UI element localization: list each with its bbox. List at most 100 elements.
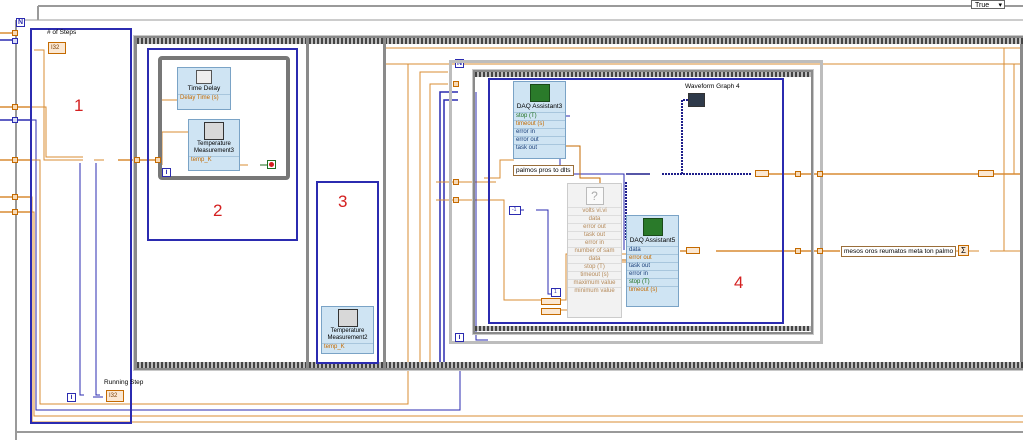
volts-subvi-disabled[interactable]: ? volts vi.vi data error out task out er… (567, 183, 622, 318)
daq-assistant5-vi[interactable]: DAQ Assistant5 data error out task out e… (626, 215, 679, 307)
daq5-error-in[interactable]: error in (627, 270, 678, 278)
add-node[interactable] (524, 205, 534, 215)
sum-icon[interactable]: Σ (958, 245, 969, 256)
frame-divider-2 (383, 38, 386, 368)
stop-condition-terminal[interactable] (267, 160, 276, 169)
increment-node[interactable] (84, 393, 92, 401)
temperature-measurement3-title: Temperature Measurement3 (193, 141, 235, 154)
section-number-2: 2 (213, 201, 223, 220)
compare-node[interactable] (248, 160, 258, 170)
volts-row-data: data (568, 215, 621, 223)
daq3-task-out[interactable]: task out (514, 144, 565, 152)
thermometer-icon (204, 122, 224, 140)
volts-vi-title: volts vi.vi (568, 207, 621, 215)
multiply-node-2[interactable] (104, 155, 114, 165)
left-tunnel-3[interactable] (453, 81, 459, 87)
thermometer-icon (337, 309, 358, 327)
bundle-node-2[interactable] (541, 308, 561, 315)
daq-assistant3-vi[interactable]: DAQ Assistant3 stop (T) timeout (s) erro… (513, 81, 566, 159)
edge-term-5[interactable] (12, 194, 18, 200)
seq-tunnel-edge[interactable] (134, 157, 140, 163)
daq-icon (529, 84, 550, 102)
daq5-data[interactable]: data (627, 246, 678, 254)
time-delay-title: Time Delay (187, 85, 221, 92)
temperature-measurement2-output[interactable]: temp_K (322, 343, 373, 351)
section-1-frame (30, 28, 132, 424)
frame-tunnel-1[interactable] (795, 171, 801, 177)
edge-term-6[interactable] (12, 209, 18, 215)
steps-control[interactable]: I32 (48, 42, 66, 54)
frame-tunnel-4[interactable] (817, 248, 823, 254)
loop-iteration-terminal[interactable]: i (67, 393, 76, 402)
sequence-film-bottom (137, 362, 1023, 368)
left-tunnel-2[interactable] (453, 197, 459, 203)
one-constant[interactable]: 1 (551, 288, 561, 297)
case-selector[interactable]: True ▾ (971, 0, 1005, 9)
case-selector-value: True (975, 2, 990, 9)
waveform-graph-label: Waveform Graph 4 (685, 83, 740, 90)
daq-assistant5-title: DAQ Assistant5 (629, 237, 676, 244)
section-number-1: 1 (74, 96, 84, 115)
daq-assistant3-title: DAQ Assistant3 (516, 103, 563, 110)
edge-term-2[interactable] (12, 38, 18, 44)
daq5-stop[interactable]: stop (T) (627, 278, 678, 286)
temperature-measurement2-title: Temperature Measurement2 (327, 328, 368, 341)
mesos-string-constant[interactable]: mesos oros reumatos meta ton palmo (841, 246, 957, 257)
edge-term-3[interactable] (12, 104, 18, 110)
section-number-4: 4 (734, 273, 744, 292)
temperature-measurement3-vi[interactable]: Temperature Measurement3 temp_K (188, 119, 240, 171)
hourglass-icon (196, 70, 212, 84)
daq5-timeout[interactable]: timeout (s) (627, 286, 678, 294)
steps-label: # of Steps (47, 29, 77, 36)
sequence-film-top (137, 38, 1023, 44)
edge-term-7[interactable] (12, 117, 18, 123)
chevron-down-icon[interactable]: ▾ (998, 1, 1002, 10)
volts-row-number-samples: number of sam (568, 247, 621, 255)
data-convert-node[interactable] (686, 247, 700, 254)
volts-row-task-out: task out (568, 231, 621, 239)
daq5-task-out[interactable]: task out (627, 262, 678, 270)
seq-tunnel-left[interactable] (155, 157, 161, 163)
time-delay-input[interactable]: Delay Time (s) (178, 94, 230, 102)
temperature-measurement2-vi[interactable]: Temperature Measurement2 temp_K (321, 306, 374, 354)
volts-row-error-in: error in (568, 239, 621, 247)
daq-icon (642, 218, 663, 236)
stop-icon (269, 162, 274, 167)
scale-node[interactable] (650, 169, 660, 179)
array-build-node[interactable] (755, 170, 769, 177)
running-step-indicator[interactable]: I32 (106, 390, 124, 402)
multiply-node[interactable] (83, 155, 93, 165)
daq3-error-out[interactable]: error out (514, 136, 565, 144)
frame-divider-1 (306, 38, 309, 368)
volts-row-max: maximum value (568, 279, 621, 287)
question-mark-icon: ? (585, 187, 604, 205)
inner-film-top (475, 72, 811, 77)
waveform-graph-icon[interactable] (688, 93, 705, 107)
palmos-string-constant[interactable]: palmos pros to dlts (513, 165, 574, 176)
volts-row-error-out: error out (568, 223, 621, 231)
volts-row-stop: stop (T) (568, 263, 621, 271)
output-array-node[interactable] (978, 170, 994, 177)
bundle-node-1[interactable] (541, 298, 561, 305)
inner-film-bottom (475, 326, 811, 331)
frame-tunnel-3[interactable] (817, 171, 823, 177)
daq5-error-out[interactable]: error out (627, 254, 678, 262)
minus-one-constant[interactable]: -1 (509, 206, 521, 215)
volts-row-timeout: timeout (s) (568, 271, 621, 279)
edge-term-1[interactable] (12, 30, 18, 36)
for-loop-iteration-terminal[interactable]: i (455, 333, 464, 342)
running-step-label: Running Step (104, 379, 144, 386)
daq3-timeout[interactable]: timeout (s) (514, 120, 565, 128)
section-number-3: 3 (338, 192, 348, 211)
time-delay-express-vi[interactable]: Time Delay Delay Time (s) (177, 67, 231, 110)
edge-term-4[interactable] (12, 157, 18, 163)
daq3-error-in[interactable]: error in (514, 128, 565, 136)
temperature-measurement3-output[interactable]: temp_K (189, 156, 239, 164)
divide-node[interactable] (979, 246, 989, 256)
frame-tunnel-2[interactable] (795, 248, 801, 254)
daq3-stop[interactable]: stop (T) (514, 112, 565, 120)
while-loop-iteration[interactable]: i (162, 168, 171, 177)
loop-count-terminal[interactable]: N (16, 18, 25, 27)
volts-row-data-2: data (568, 255, 621, 263)
left-tunnel-1[interactable] (453, 179, 459, 185)
